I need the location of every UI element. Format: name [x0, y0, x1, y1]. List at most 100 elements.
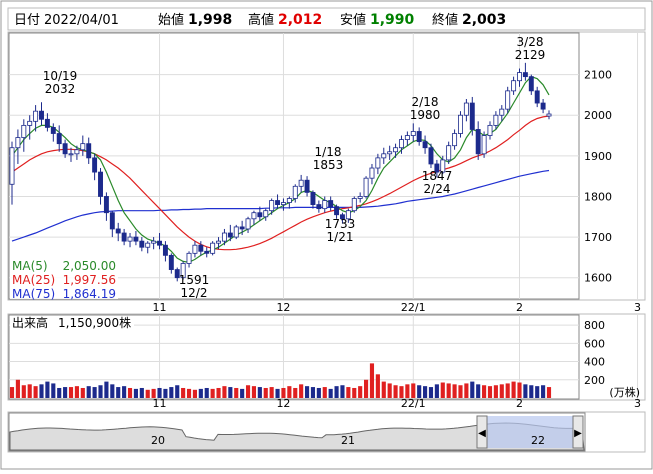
price-y-tick-1800: 1800	[584, 190, 612, 203]
volume-bar	[434, 384, 439, 398]
volume-bar	[293, 387, 298, 398]
candle-body	[481, 135, 487, 155]
volume-bar	[251, 386, 257, 398]
volume-bar	[92, 387, 97, 398]
volume-bar	[98, 385, 103, 398]
candle-body	[39, 110, 44, 120]
volume-bar	[198, 388, 203, 398]
candle-body	[286, 198, 292, 203]
candle-body	[68, 153, 74, 156]
price-x-tick-1: 12	[276, 301, 290, 314]
volume-bar	[181, 387, 186, 398]
volume-bar	[228, 387, 233, 398]
price-y-tick-1900: 1900	[584, 150, 612, 163]
annotation-value: 2032	[45, 82, 76, 96]
volume-bar	[440, 382, 445, 398]
volume-bar	[21, 385, 26, 398]
volume-bar	[499, 384, 504, 398]
candle-body	[115, 228, 121, 234]
volume-bar	[80, 387, 85, 398]
volume-value: 1,150,900株	[58, 315, 131, 330]
annotation-value: 1733	[325, 217, 356, 231]
high-label: 高値	[248, 12, 274, 28]
ma75-legend-value: 1,864.19	[63, 287, 116, 301]
candle-body	[452, 133, 458, 147]
annotation-value: 1853	[313, 158, 344, 172]
volume-bar	[222, 386, 227, 398]
candle-body	[257, 212, 263, 218]
volume-bar	[304, 386, 310, 398]
volume-x-tick-2: 22/1	[401, 397, 426, 410]
candle-body	[399, 139, 404, 149]
candle-body	[198, 244, 204, 252]
candle-body	[168, 254, 174, 270]
volume-bar	[511, 381, 516, 398]
price-y-tick-2100: 2100	[584, 69, 612, 82]
candle-body	[304, 179, 310, 193]
candle-body	[422, 141, 428, 149]
candle-body	[227, 232, 233, 238]
volume-bar	[57, 387, 62, 398]
volume-bar	[45, 381, 50, 398]
volume-bar	[175, 385, 180, 398]
volume-bar	[39, 384, 44, 398]
candle-body	[528, 76, 534, 92]
candle-body	[239, 226, 245, 230]
candle-body	[475, 129, 481, 155]
ma5-legend-label: MA(5)	[12, 259, 48, 273]
candle-body	[351, 198, 357, 212]
volume-y-tick-800: 800	[584, 319, 605, 332]
candle-body	[233, 226, 239, 238]
volume-bar	[110, 384, 115, 398]
volume-bar	[210, 388, 215, 398]
volume-bar	[517, 382, 522, 398]
volume-bar	[27, 384, 32, 398]
volume-bar	[9, 387, 15, 398]
annotation-date: 1/18	[315, 145, 342, 159]
volume-bar	[186, 388, 192, 398]
volume-bar	[523, 384, 528, 398]
candle-body	[74, 149, 80, 155]
annotation-date: 1/21	[327, 230, 354, 244]
candle-body	[15, 137, 21, 149]
candle-body	[121, 232, 127, 242]
ma75-legend-label: MA(75)	[12, 287, 55, 301]
volume-bar	[546, 387, 552, 398]
candle-body	[56, 133, 62, 145]
candle-body	[487, 124, 493, 136]
volume-bar	[310, 387, 316, 398]
candle-body	[139, 240, 145, 248]
volume-bar	[541, 385, 546, 398]
volume-y-tick-600: 600	[584, 337, 605, 350]
volume-label: 出来高	[12, 315, 48, 330]
ma25-legend-value: 1,997.56	[63, 273, 116, 287]
candle-body	[44, 118, 50, 128]
annotation-date: 3/28	[517, 35, 544, 49]
candle-body	[50, 127, 56, 134]
volume-y-tick-200: 200	[584, 374, 605, 387]
navigator-label-21: 21	[341, 434, 355, 447]
candle-body	[275, 200, 281, 205]
volume-bar	[452, 384, 457, 398]
volume-bar	[240, 388, 245, 398]
candle-body	[458, 114, 463, 134]
volume-bar	[334, 386, 339, 398]
candle-body	[92, 157, 98, 173]
candle-body	[157, 240, 162, 246]
volume-bar	[68, 387, 74, 398]
volume-x-tick-0: 11	[153, 397, 167, 410]
volume-bar	[316, 387, 321, 398]
price-x-tick-2: 22/1	[401, 301, 426, 314]
volume-bar	[405, 384, 410, 398]
volume-bar	[464, 383, 469, 398]
volume-bar	[375, 374, 380, 398]
volume-bar	[74, 386, 79, 398]
volume-bar	[446, 383, 451, 398]
candle-body	[80, 143, 86, 151]
navigator-selection[interactable]	[483, 416, 575, 448]
volume-bar	[364, 379, 369, 398]
candle-body	[363, 177, 369, 197]
volume-bar	[535, 386, 540, 398]
candle-body	[280, 202, 286, 205]
volume-bar	[133, 388, 138, 398]
